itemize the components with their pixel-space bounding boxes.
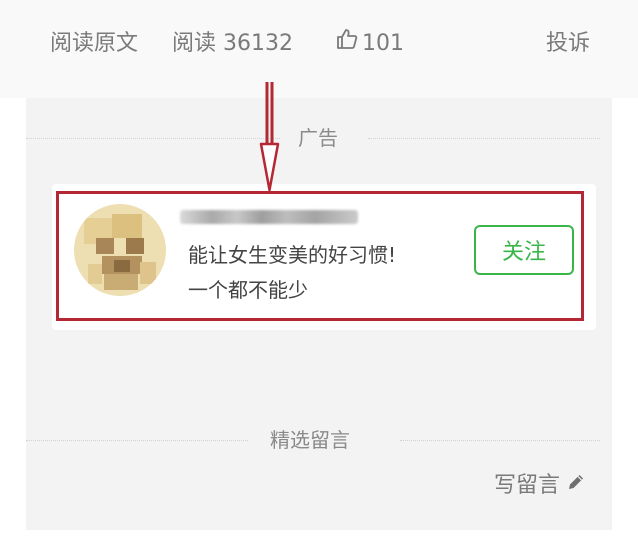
ad-label: 广告 bbox=[298, 126, 338, 150]
complaint-link[interactable]: 投诉 bbox=[546, 26, 590, 62]
view-count-label: 阅读 bbox=[172, 31, 217, 56]
like-button[interactable]: 101 bbox=[336, 26, 404, 62]
thumbs-up-icon bbox=[336, 26, 358, 62]
article-footer-bar: 阅读原文 阅读 36132 101 投诉 bbox=[0, 0, 638, 98]
view-count-value: 36132 bbox=[223, 31, 294, 56]
highlight-frame bbox=[56, 191, 584, 321]
selected-comments-divider: 精选留言 bbox=[26, 420, 600, 460]
view-count: 阅读 36132 bbox=[172, 26, 293, 62]
like-count: 101 bbox=[362, 31, 404, 56]
divider-line bbox=[26, 138, 280, 139]
divider-line bbox=[26, 440, 248, 441]
selected-comments-label: 精选留言 bbox=[270, 428, 350, 452]
write-comment-label: 写留言 bbox=[494, 473, 561, 498]
divider-line bbox=[368, 138, 600, 139]
write-comment-button[interactable]: 写留言 bbox=[494, 468, 586, 504]
read-original-link[interactable]: 阅读原文 bbox=[50, 26, 138, 62]
pencil-icon bbox=[566, 468, 586, 504]
ad-divider: 广告 bbox=[26, 118, 600, 158]
divider-line bbox=[400, 440, 600, 441]
